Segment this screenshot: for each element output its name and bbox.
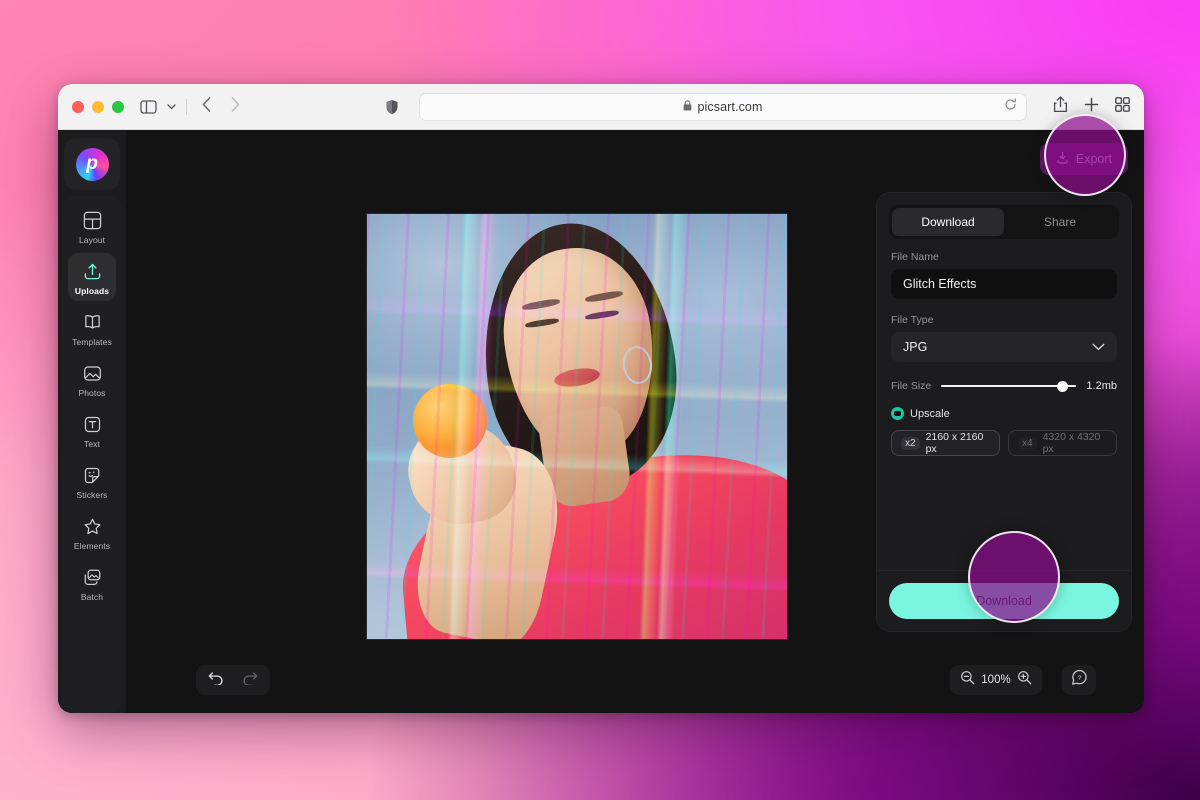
photo-icon xyxy=(83,362,102,384)
redo-button[interactable] xyxy=(236,668,264,692)
close-window-button[interactable] xyxy=(72,101,84,113)
sidebar-item-label: Uploads xyxy=(75,286,109,296)
maximize-window-button[interactable] xyxy=(112,101,124,113)
forward-chevron-icon[interactable] xyxy=(226,97,245,117)
chevron-down-icon xyxy=(1092,340,1105,354)
sidebar-item-uploads[interactable]: Uploads xyxy=(68,253,116,301)
picsart-editor: p Layout Uploads xyxy=(58,130,1144,713)
file-name-label: File Name xyxy=(891,251,1117,263)
upscale-toggle-icon[interactable] xyxy=(891,407,904,420)
upscale-dimensions: 2160 x 2160 px xyxy=(926,431,990,455)
address-bar[interactable]: picsart.com xyxy=(419,93,1027,121)
upscale-multiplier: x4 xyxy=(1018,437,1037,450)
upscale-dimensions: 4320 x 4320 px xyxy=(1043,431,1107,455)
sidebar-item-templates[interactable]: Templates xyxy=(68,304,116,352)
tab-overview-icon[interactable] xyxy=(1115,97,1130,117)
upscale-option-x2[interactable]: x2 2160 x 2160 px xyxy=(891,430,1000,456)
sidebar-item-layout[interactable]: Layout xyxy=(68,202,116,250)
file-name-input[interactable]: Glitch Effects xyxy=(891,269,1117,299)
artwork-image[interactable] xyxy=(367,214,787,639)
upscale-multiplier: x2 xyxy=(901,437,920,450)
file-type-select[interactable]: JPG xyxy=(891,332,1117,362)
upscale-label: Upscale xyxy=(910,408,950,420)
click-highlight-export xyxy=(1044,114,1126,196)
share-icon[interactable] xyxy=(1053,96,1068,118)
batch-icon xyxy=(83,566,102,588)
sidebar-item-batch[interactable]: Batch xyxy=(68,559,116,607)
file-type-value: JPG xyxy=(903,340,927,354)
sidebar-item-photos[interactable]: Photos xyxy=(68,355,116,403)
export-panel-body: File Name Glitch Effects File Type JPG F… xyxy=(877,239,1131,570)
sidebar-item-label: Stickers xyxy=(76,490,107,500)
zoom-level-label: 100% xyxy=(981,674,1011,686)
file-size-row: File Size 1.2mb xyxy=(891,380,1117,392)
layout-icon xyxy=(83,209,102,231)
slider-knob[interactable] xyxy=(1057,381,1068,392)
sidebar-item-label: Elements xyxy=(74,541,110,551)
editor-canvas[interactable]: 100% ? Export Download xyxy=(126,130,1144,713)
click-highlight-download xyxy=(968,531,1060,623)
upscale-option-x4[interactable]: x4 4320 x 4320 px xyxy=(1008,430,1117,456)
help-button[interactable]: ? xyxy=(1062,665,1096,695)
toolbar-divider xyxy=(186,99,187,115)
zoom-controls: 100% xyxy=(950,665,1042,695)
upscale-toggle-inner xyxy=(894,411,901,416)
text-icon xyxy=(83,413,102,435)
privacy-shield-icon[interactable] xyxy=(385,99,399,115)
sidebar-item-label: Layout xyxy=(79,235,105,245)
picsart-logo[interactable]: p xyxy=(64,138,120,190)
upscale-options: x2 2160 x 2160 px x4 4320 x 4320 px xyxy=(891,430,1117,456)
history-controls xyxy=(196,665,270,695)
slider-track xyxy=(941,385,1076,387)
export-tabs: Download Share xyxy=(889,205,1119,239)
sidebar-item-text[interactable]: Text xyxy=(68,406,116,454)
sidebar-toggle-icon[interactable] xyxy=(140,100,157,114)
sidebar-item-elements[interactable]: Elements xyxy=(68,508,116,556)
browser-titlebar: picsart.com xyxy=(58,84,1144,130)
sidebar-item-stickers[interactable]: Stickers xyxy=(68,457,116,505)
url-text: picsart.com xyxy=(697,100,762,114)
templates-icon xyxy=(83,311,102,333)
sidebar-item-label: Batch xyxy=(81,592,103,602)
zoom-in-icon[interactable] xyxy=(1017,670,1032,690)
upscale-row: Upscale xyxy=(891,407,1117,420)
upload-icon xyxy=(83,260,102,282)
file-size-slider[interactable] xyxy=(941,380,1076,392)
lock-icon xyxy=(683,98,692,116)
left-tool-rail: p Layout Uploads xyxy=(58,130,126,713)
zoom-out-icon[interactable] xyxy=(960,670,975,690)
tab-share[interactable]: Share xyxy=(1004,208,1116,236)
tool-list: Layout Uploads Templates xyxy=(62,196,122,713)
file-size-value: 1.2mb xyxy=(1086,380,1117,392)
tab-download[interactable]: Download xyxy=(892,208,1004,236)
url-display: picsart.com xyxy=(683,98,762,116)
artwork-glitch-layer-3 xyxy=(367,214,787,639)
sidebar-item-label: Photos xyxy=(78,388,105,398)
sidebar-item-label: Text xyxy=(84,439,100,449)
help-chat-icon: ? xyxy=(1071,669,1088,691)
minimize-window-button[interactable] xyxy=(92,101,104,113)
sidebar-dropdown-chevron-icon[interactable] xyxy=(167,104,176,110)
sticker-icon xyxy=(83,464,102,486)
picsart-logo-mark: p xyxy=(76,148,109,181)
window-traffic-lights xyxy=(72,101,124,113)
star-icon xyxy=(83,515,102,537)
redo-arrow-icon xyxy=(242,671,258,690)
reload-icon[interactable] xyxy=(1004,98,1017,116)
undo-arrow-icon xyxy=(208,671,224,690)
svg-text:?: ? xyxy=(1077,675,1081,682)
file-type-label: File Type xyxy=(891,314,1117,326)
back-chevron-icon[interactable] xyxy=(197,97,216,117)
undo-button[interactable] xyxy=(202,668,230,692)
file-size-label: File Size xyxy=(891,380,931,392)
browser-window: picsart.com p xyxy=(58,84,1144,713)
sidebar-item-label: Templates xyxy=(72,337,112,347)
